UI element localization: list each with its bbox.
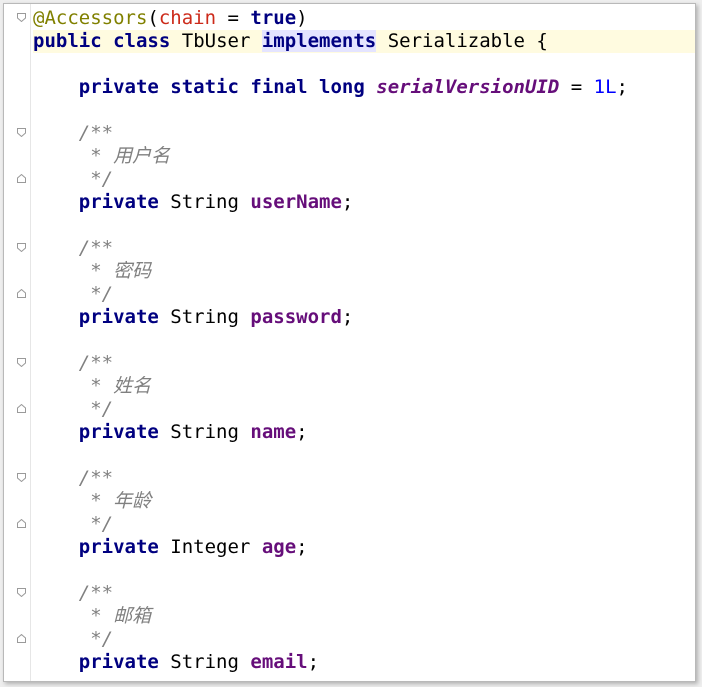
final-keyword: final: [250, 76, 308, 98]
comment-text: * 密码: [78, 260, 152, 282]
code-line-annotation[interactable]: @Accessors(chain = true): [33, 7, 695, 30]
comment-text: * 用户名: [78, 145, 171, 167]
doc-comment-close[interactable]: */: [33, 513, 695, 536]
comment-close-text: */: [78, 168, 114, 190]
doc-comment-text[interactable]: * 姓名: [33, 375, 695, 398]
fold-start-icon[interactable]: [17, 13, 26, 22]
doc-comment-close[interactable]: */: [33, 168, 695, 191]
field-name: userName: [250, 191, 342, 213]
doc-comment-open[interactable]: /**: [33, 352, 695, 375]
private-keyword: private: [78, 76, 159, 98]
equals: =: [216, 7, 251, 29]
interface-name: Serializable: [387, 30, 525, 52]
comment-close-text: */: [78, 628, 114, 650]
fold-end-icon[interactable]: [17, 634, 26, 643]
field-declaration-password[interactable]: private String password;: [33, 306, 695, 329]
code-line-class-declaration[interactable]: public class TbUser implements Serializa…: [33, 30, 695, 53]
fold-start-icon[interactable]: [17, 588, 26, 597]
equals: =: [559, 76, 594, 98]
semicolon: ;: [341, 191, 354, 213]
number-literal: 1L: [593, 76, 617, 98]
fold-start-icon[interactable]: [17, 358, 26, 367]
field-name: age: [261, 536, 297, 558]
field-declaration-username[interactable]: private String userName;: [33, 191, 695, 214]
comment-close-text: */: [78, 398, 114, 420]
private-keyword: private: [78, 191, 159, 213]
type-name: String: [170, 306, 239, 328]
doc-comment-close[interactable]: */: [33, 398, 695, 421]
fold-end-icon[interactable]: [17, 174, 26, 183]
field-declaration-email[interactable]: private String email;: [33, 651, 695, 674]
comment-close-text: */: [78, 513, 114, 535]
comment-open-text: /**: [78, 467, 114, 489]
fold-end-icon[interactable]: [17, 289, 26, 298]
fold-end-icon[interactable]: [17, 404, 26, 413]
doc-comment-open[interactable]: /**: [33, 237, 695, 260]
comment-text: * 年龄: [78, 490, 152, 512]
private-keyword: private: [78, 421, 159, 443]
doc-comment-open[interactable]: /**: [33, 467, 695, 490]
annotation-name: @Accessors: [33, 7, 148, 29]
private-keyword: private: [78, 651, 159, 673]
long-keyword: long: [319, 76, 365, 98]
private-keyword: private: [78, 306, 159, 328]
class-keyword: class: [113, 30, 171, 52]
comment-open-text: /**: [78, 237, 114, 259]
brace-open: {: [536, 30, 548, 52]
comment-close-text: */: [78, 283, 114, 305]
doc-comment-text[interactable]: * 密码: [33, 260, 695, 283]
class-name: TbUser: [181, 30, 251, 52]
fold-end-icon[interactable]: [17, 519, 26, 528]
comment-open-text: /**: [78, 122, 114, 144]
code-area[interactable]: @Accessors(chain = true) public class Tb…: [4, 4, 695, 681]
paren-open: (: [147, 7, 159, 29]
doc-comment-close[interactable]: */: [33, 628, 695, 651]
field-name: email: [250, 651, 308, 673]
doc-comment-text[interactable]: * 邮箱: [33, 605, 695, 628]
paren-close: ): [296, 7, 308, 29]
code-line-serial-version[interactable]: private static final long serialVersionU…: [33, 76, 695, 99]
annotation-param: chain: [158, 7, 217, 29]
field-declaration-name[interactable]: private String name;: [33, 421, 695, 444]
doc-comment-open[interactable]: /**: [33, 582, 695, 605]
semicolon: ;: [296, 421, 308, 443]
type-name: String: [170, 421, 239, 443]
type-name: String: [170, 651, 239, 673]
comment-open-text: /**: [78, 352, 114, 374]
field-name: name: [250, 421, 297, 443]
static-keyword: static: [170, 76, 239, 98]
comment-text: * 邮箱: [78, 605, 152, 627]
semicolon: ;: [341, 306, 354, 328]
public-keyword: public: [33, 30, 102, 52]
field-declaration-age[interactable]: private Integer age;: [33, 536, 695, 559]
type-name: String: [170, 191, 239, 213]
field-name: password: [250, 306, 342, 328]
editor-window: @Accessors(chain = true) public class Tb…: [3, 3, 696, 682]
implements-keyword: implements: [261, 30, 377, 52]
fold-start-icon[interactable]: [17, 243, 26, 252]
fold-start-icon[interactable]: [17, 128, 26, 137]
comment-open-text: /**: [78, 582, 114, 604]
true-keyword: true: [250, 7, 297, 29]
semicolon: ;: [616, 76, 628, 98]
serial-version-field: serialVersionUID: [376, 76, 560, 98]
fold-start-icon[interactable]: [17, 473, 26, 482]
doc-comment-text[interactable]: * 年龄: [33, 490, 695, 513]
private-keyword: private: [78, 536, 159, 558]
doc-comment-open[interactable]: /**: [33, 122, 695, 145]
semicolon: ;: [296, 536, 308, 558]
doc-comment-text[interactable]: * 用户名: [33, 145, 695, 168]
comment-text: * 姓名: [78, 375, 152, 397]
doc-comment-close[interactable]: */: [33, 283, 695, 306]
type-name: Integer: [170, 536, 251, 558]
semicolon: ;: [307, 651, 320, 673]
